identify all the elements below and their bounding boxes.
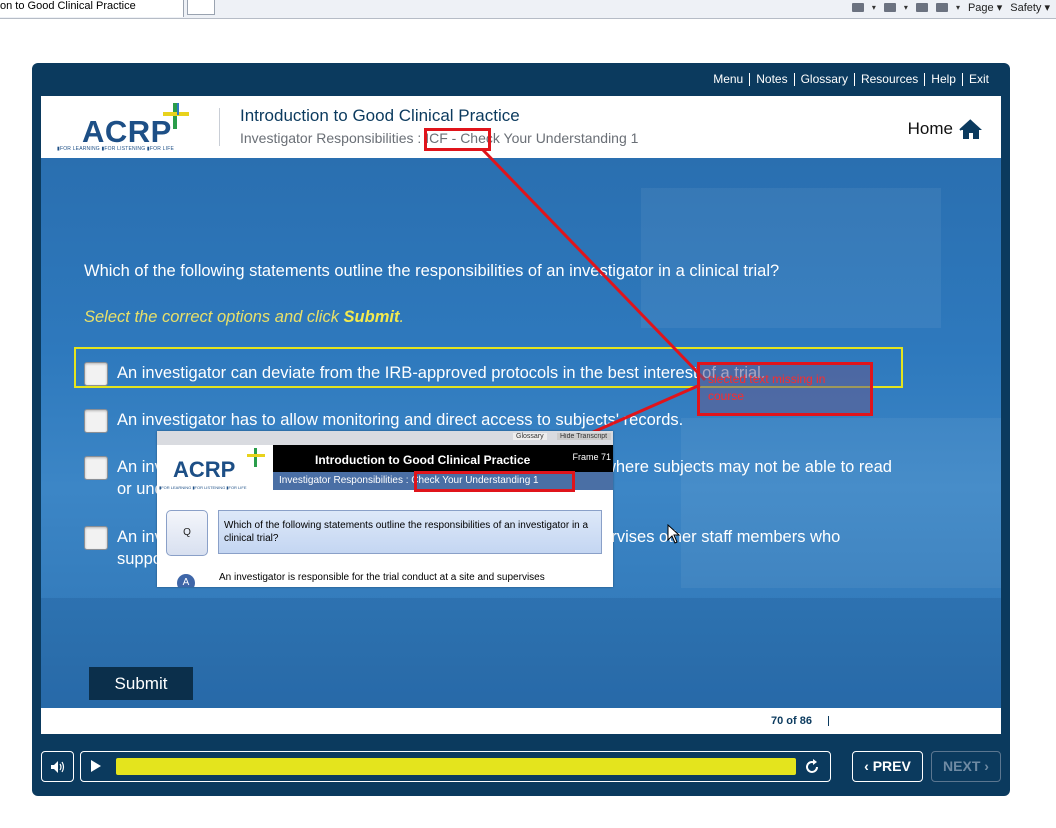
- inset-question: Which of the following statements outlin…: [218, 510, 602, 554]
- inset-logo: ACRP: [173, 457, 236, 482]
- inset-logo-cross-icon: [247, 448, 265, 467]
- reference-screenshot: Glossary Hide Transcript ACRP ▮FOR LEARN…: [157, 431, 613, 587]
- inset-transcript-button: Hide Transcript: [557, 433, 611, 440]
- inset-frame-number: Frame 71: [572, 452, 611, 462]
- inset-q-badge: Q: [166, 510, 208, 556]
- inset-answer: An investigator is responsible for the t…: [219, 572, 545, 583]
- inset-a-badge: A: [177, 574, 195, 587]
- inset-title: Introduction to Good Clinical Practice: [315, 453, 531, 467]
- inset-glossary-button: Glossary: [513, 433, 547, 440]
- annotation-box-inset: [414, 471, 575, 492]
- mouse-cursor-icon: [667, 524, 681, 544]
- annotation-line: [481, 148, 707, 382]
- inset-title-bar: Introduction to Good Clinical Practice F…: [273, 445, 613, 472]
- annotation-box-header: [424, 128, 491, 151]
- inset-logo-tagline: ▮FOR LEARNING ▮FOR LISTENING ▮FOR LIFE: [159, 485, 247, 490]
- annotation-callout: slected text missing in course: [697, 362, 873, 416]
- annotation-arrows: [481, 148, 707, 476]
